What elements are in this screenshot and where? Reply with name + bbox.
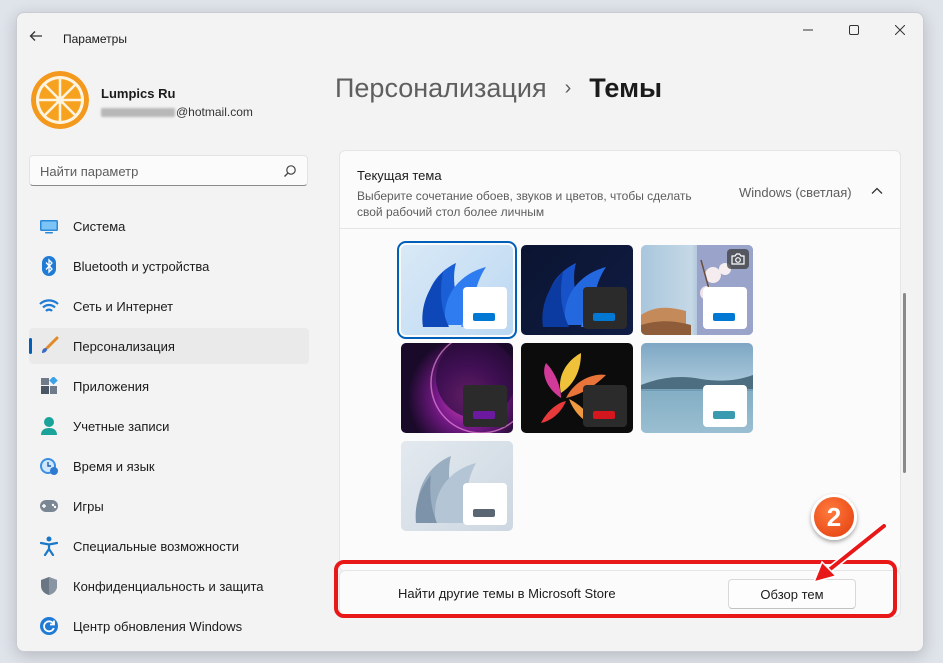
apps-icon — [39, 376, 59, 396]
title-bar: Параметры — [17, 13, 923, 53]
sidebar-item-privacy[interactable]: Конфиденциальность и защита — [29, 568, 309, 604]
theme-tile-captured-motion[interactable] — [521, 343, 633, 433]
accessibility-icon — [39, 536, 59, 556]
sidebar-item-label: Персонализация — [73, 338, 175, 354]
theme-preview-window — [463, 385, 507, 427]
theme-accent-bar — [473, 313, 495, 321]
app-title: Параметры — [63, 32, 127, 46]
account-icon — [39, 416, 59, 436]
theme-tile-sunrise[interactable] — [641, 343, 753, 433]
current-theme-header[interactable]: Текущая тема Выберите сочетание обоев, з… — [340, 151, 900, 229]
settings-window: Параметры Lumpics Ru @hotmail.com Найти … — [16, 12, 924, 652]
search-input[interactable] — [40, 162, 280, 180]
brush-icon — [39, 336, 59, 356]
breadcrumb: Персонализация › Темы — [335, 73, 662, 104]
sidebar-item-bluetooth[interactable]: Bluetooth и устройства — [29, 248, 309, 284]
scrollbar[interactable] — [903, 293, 906, 473]
breadcrumb-parent[interactable]: Персонализация — [335, 73, 547, 104]
sidebar-item-label: Конфиденциальность и защита — [73, 578, 264, 594]
profile-name: Lumpics Ru — [101, 86, 176, 101]
sidebar-item-label: Время и язык — [73, 458, 155, 474]
close-icon — [895, 25, 905, 35]
current-theme-title: Текущая тема — [357, 168, 442, 183]
clock-globe-icon — [39, 456, 59, 476]
theme-preview-window — [463, 483, 507, 525]
sidebar-item-label: Сеть и Интернет — [73, 298, 174, 314]
maximize-icon — [849, 25, 859, 35]
theme-tile-windows-dark[interactable] — [521, 245, 633, 335]
theme-tile-glow[interactable] — [401, 343, 513, 433]
sidebar-item-accounts[interactable]: Учетные записи — [29, 408, 309, 444]
sidebar-item-windows-update[interactable]: Центр обновления Windows — [29, 608, 309, 644]
sidebar-item-accessibility[interactable]: Специальные возможности — [29, 528, 309, 564]
theme-preview-window — [583, 287, 627, 329]
back-button[interactable] — [25, 25, 47, 47]
theme-tile-flow[interactable] — [401, 441, 513, 531]
theme-accent-bar — [593, 313, 615, 321]
breadcrumb-separator: › — [564, 77, 572, 99]
sidebar-item-label: Игры — [73, 498, 104, 514]
orange-avatar-icon — [31, 71, 89, 129]
search-icon[interactable] — [283, 164, 297, 178]
theme-accent-bar — [593, 411, 615, 419]
sidebar-item-label: Специальные возможности — [73, 538, 239, 554]
theme-tile-spotlight[interactable] — [641, 245, 753, 335]
sidebar-item-system[interactable]: Система — [29, 208, 309, 244]
current-theme-description: Выберите сочетание обоев, звуков и цвето… — [357, 189, 692, 219]
theme-preview-window — [703, 385, 747, 427]
minimize-button[interactable] — [785, 13, 831, 47]
sidebar-item-label: Система — [73, 218, 126, 234]
step-number-badge: 2 — [811, 494, 857, 540]
gamepad-icon — [39, 496, 59, 516]
avatar[interactable] — [31, 71, 89, 129]
current-theme-value: Windows (светлая) — [739, 185, 852, 200]
theme-preview-window — [463, 287, 507, 329]
arrow-left-icon — [29, 31, 42, 41]
minimize-icon — [803, 29, 813, 31]
page-title: Темы — [589, 73, 663, 103]
sidebar-item-label: Учетные записи — [73, 418, 170, 434]
sidebar-item-personalization[interactable]: Персонализация — [29, 328, 309, 364]
sidebar-item-apps[interactable]: Приложения — [29, 368, 309, 404]
theme-preview-window — [583, 385, 627, 427]
wifi-icon — [39, 296, 59, 316]
theme-accent-bar — [713, 313, 735, 321]
theme-accent-bar — [473, 509, 495, 517]
bluetooth-icon — [39, 256, 59, 276]
theme-accent-bar — [713, 411, 735, 419]
sidebar-item-network[interactable]: Сеть и Интернет — [29, 288, 309, 324]
sidebar-item-label: Центр обновления Windows — [73, 618, 243, 634]
theme-tile-windows-light[interactable] — [397, 241, 517, 339]
theme-preview-window — [703, 287, 747, 329]
maximize-button[interactable] — [831, 13, 877, 47]
close-button[interactable] — [877, 13, 923, 47]
blurred-email-prefix — [101, 107, 175, 117]
system-icon — [39, 216, 59, 236]
sidebar-item-label: Приложения — [73, 378, 150, 394]
camera-icon — [727, 249, 749, 269]
email-suffix: @hotmail.com — [176, 105, 253, 119]
sidebar-item-label: Bluetooth и устройства — [73, 258, 210, 274]
sidebar-nav: Система Bluetooth и устройства Сеть и Ин… — [29, 208, 309, 648]
chevron-up-icon[interactable] — [870, 184, 884, 198]
profile-email: @hotmail.com — [101, 105, 253, 119]
sidebar-item-time-language[interactable]: Время и язык — [29, 448, 309, 484]
search-box[interactable] — [29, 155, 308, 186]
sidebar-item-gaming[interactable]: Игры — [29, 488, 309, 524]
update-icon — [39, 616, 59, 636]
shield-icon — [39, 576, 59, 596]
theme-accent-bar — [473, 411, 495, 419]
